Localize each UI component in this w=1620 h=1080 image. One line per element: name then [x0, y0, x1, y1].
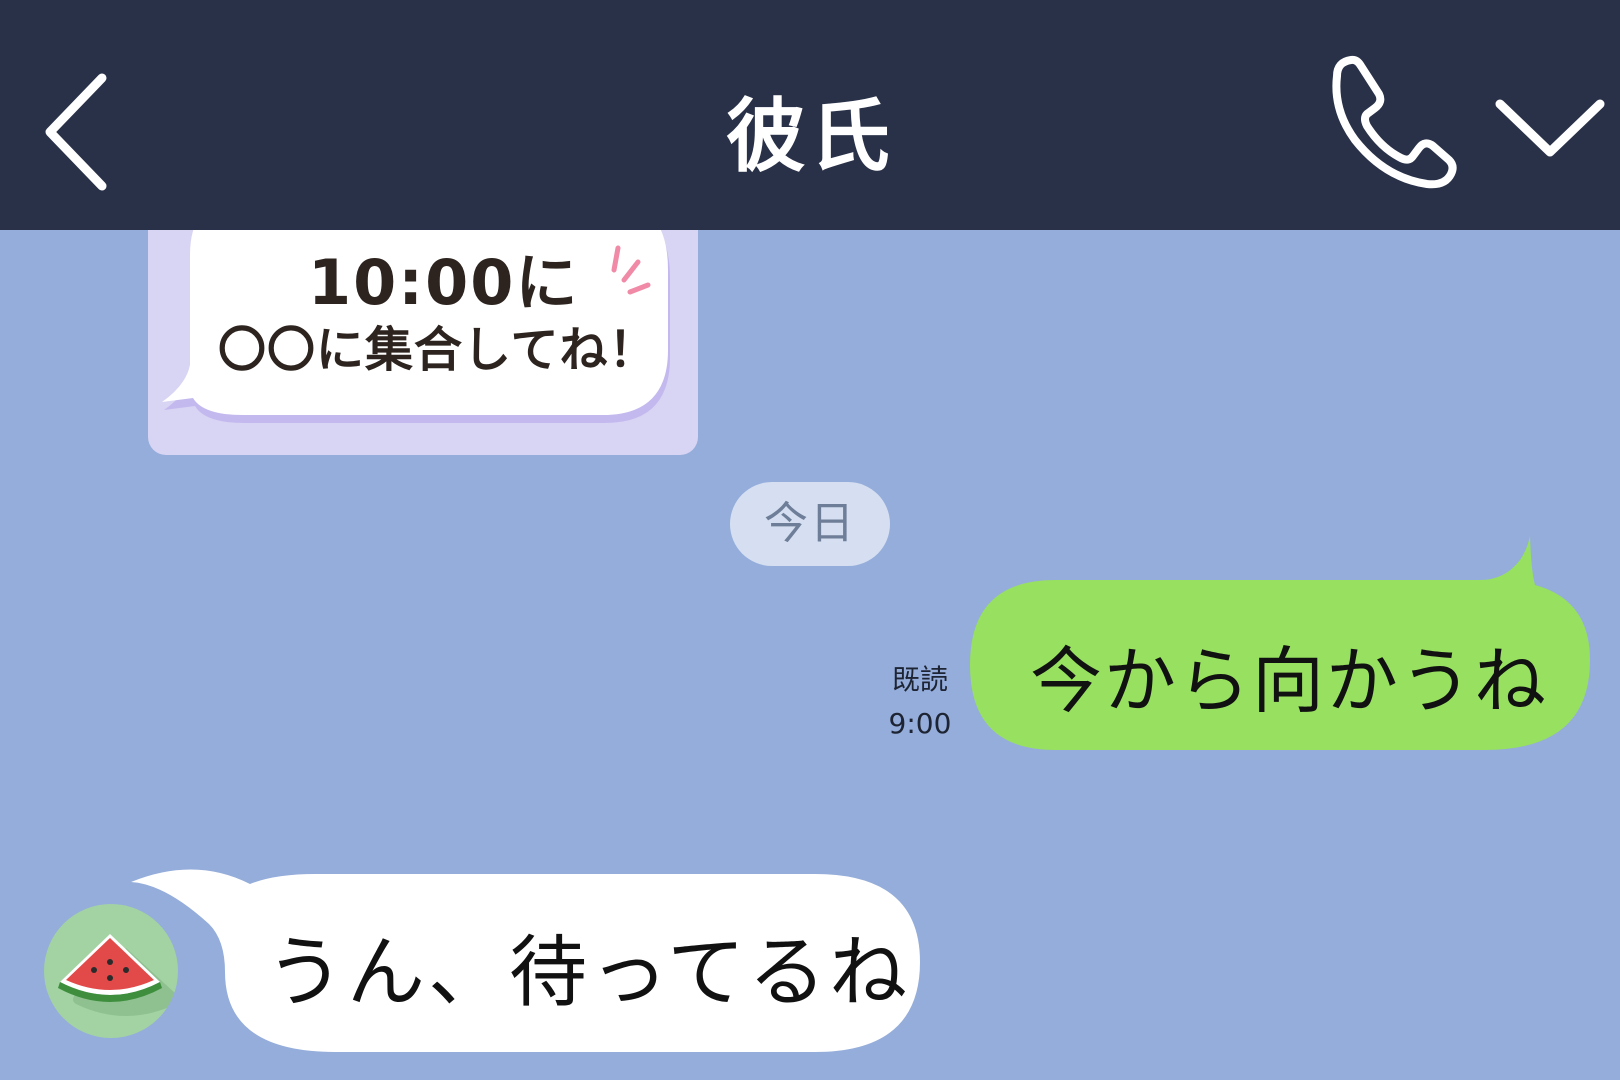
back-button[interactable] — [30, 60, 130, 200]
phone-icon — [1332, 55, 1457, 189]
date-separator: 今日 — [730, 482, 890, 566]
chat-screen: 10:00に 〇〇に集合してね！ 彼氏 今日 既読 9:00 今から向かうね う… — [0, 0, 1620, 1080]
incoming-message-text: うん、待ってるね — [266, 928, 911, 1018]
chevron-down-icon — [1495, 99, 1605, 157]
chat-header: 彼氏 — [0, 0, 1620, 230]
call-button[interactable] — [1315, 50, 1465, 200]
read-receipt: 既読 9:00 — [880, 658, 960, 746]
sticker-text-line2: 〇〇に集合してね！ — [218, 322, 658, 378]
outgoing-message-text: 今から向かうね — [1030, 639, 1549, 723]
sticker-text-line1: 10:00に — [308, 246, 580, 319]
chevron-left-icon — [45, 73, 107, 191]
menu-dropdown-button[interactable] — [1490, 80, 1610, 180]
read-label: 既読 — [891, 663, 948, 696]
message-time: 9:00 — [888, 707, 952, 740]
